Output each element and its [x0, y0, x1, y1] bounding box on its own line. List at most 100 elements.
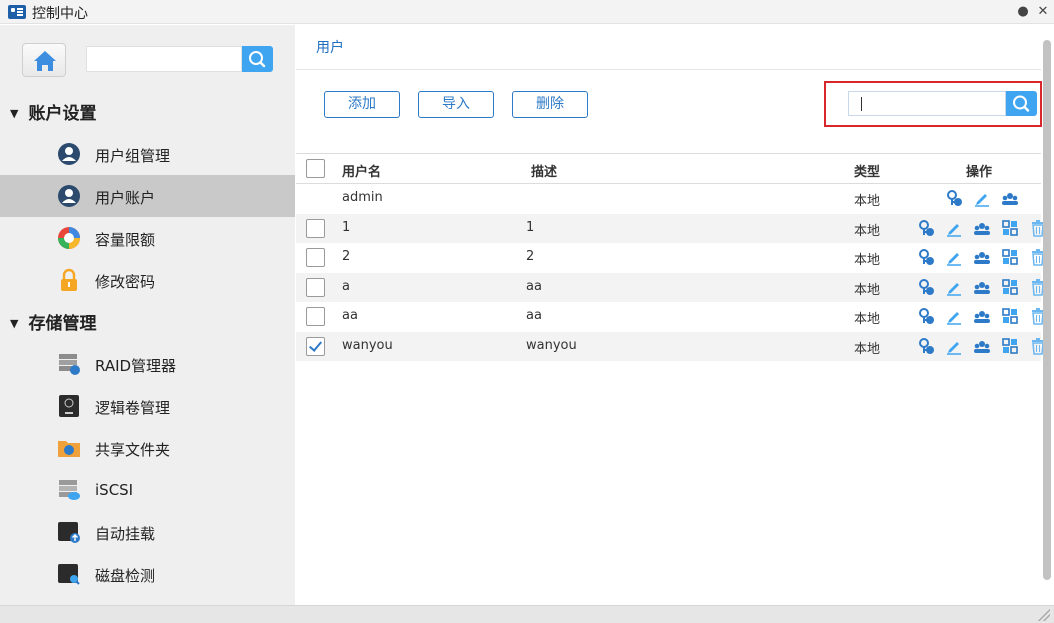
cell-description: aa [526, 278, 542, 294]
sidebar-item-user-accounts[interactable]: 用户账户 [0, 175, 295, 217]
group-icon[interactable] [1001, 189, 1019, 207]
apps-icon[interactable] [1001, 248, 1019, 266]
sidebar-item-label: 自动挂载 [95, 525, 156, 543]
status-bar [0, 605, 1054, 623]
table-row[interactable]: 2 2 本地 [296, 243, 1044, 272]
cell-type: 本地 [854, 312, 881, 327]
section-storage-management[interactable]: ▼ 存储管理 [10, 309, 96, 334]
sidebar-item-change-password[interactable]: 修改密码 [0, 259, 295, 301]
minimize-button[interactable]: ● [1014, 3, 1032, 21]
row-checkbox[interactable] [306, 307, 325, 326]
close-button[interactable]: ✕ [1034, 3, 1052, 21]
table-row[interactable]: 1 1 本地 [296, 213, 1044, 243]
import-button[interactable]: 导入 [418, 91, 494, 118]
lock-icon [61, 268, 77, 291]
sidebar-item-raid[interactable]: RAID管理器 [0, 343, 295, 385]
sidebar-item-label: 用户组管理 [95, 147, 171, 165]
group-icon[interactable] [973, 219, 991, 237]
edit-icon[interactable] [945, 307, 963, 325]
sidebar-item-label: 容量限额 [95, 231, 156, 249]
control-center-app-icon [8, 5, 26, 19]
apps-icon[interactable] [1001, 219, 1019, 237]
user-group-icon [58, 143, 80, 165]
cell-description: 2 [526, 249, 535, 264]
raid-icon [59, 354, 80, 375]
row-checkbox[interactable] [306, 336, 325, 356]
resize-grip-icon[interactable] [1038, 609, 1050, 621]
section-account-settings[interactable]: ▼ 账户设置 [10, 99, 96, 124]
edit-icon[interactable] [945, 278, 963, 296]
sidebar-item-auto-mount[interactable]: 自动挂载 [0, 511, 295, 553]
group-icon[interactable] [973, 278, 991, 296]
user-search-button[interactable] [1006, 91, 1037, 116]
search-icon [249, 51, 266, 68]
apps-icon[interactable] [1001, 337, 1019, 355]
search-icon [1013, 95, 1030, 112]
window-title: 控制中心 [32, 6, 88, 22]
group-icon[interactable] [973, 337, 991, 355]
table-header: 用户名 描述 类型 操作 [296, 153, 1041, 184]
sidebar-item-label: 修改密码 [95, 273, 156, 291]
cell-description: aa [526, 308, 542, 323]
user-permission-icon[interactable] [945, 189, 963, 207]
sidebar: ▼ 账户设置 用户组管理 用户账户 容量限额 修改密码 ▼ 存储管理 RAID管… [0, 25, 295, 605]
edit-icon[interactable] [973, 189, 991, 207]
apps-icon[interactable] [1001, 307, 1019, 325]
user-permission-icon[interactable] [917, 219, 935, 237]
table-row[interactable]: wanyou wanyou 本地 [296, 331, 1044, 361]
apps-icon[interactable] [1001, 278, 1019, 296]
row-checkbox[interactable] [306, 218, 325, 238]
expand-arrow-icon: ▼ [10, 317, 19, 330]
cell-username: 2 [342, 249, 351, 264]
edit-icon[interactable] [945, 248, 963, 266]
user-search-input[interactable] [848, 91, 1006, 116]
cell-type: 本地 [854, 341, 881, 357]
breadcrumb[interactable]: 用户 [316, 37, 344, 57]
cell-username: aa [342, 308, 358, 323]
table-row[interactable]: aa aa 本地 [296, 302, 1044, 331]
sidebar-item-label: 用户账户 [95, 189, 156, 207]
sidebar-item-quota[interactable]: 容量限额 [0, 217, 295, 259]
group-icon[interactable] [973, 307, 991, 325]
shared-folder-icon [58, 441, 80, 457]
sidebar-item-iscsi[interactable]: iSCSI [0, 469, 295, 511]
row-checkbox[interactable] [306, 248, 325, 267]
column-header-type[interactable]: 类型 [854, 161, 880, 180]
row-checkbox[interactable] [306, 277, 325, 297]
home-icon [34, 51, 56, 71]
cell-type: 本地 [854, 223, 881, 239]
sidebar-item-label: RAID管理器 [95, 357, 177, 375]
sidebar-item-disk-check[interactable]: 磁盘检测 [0, 553, 295, 595]
sidebar-item-label: 共享文件夹 [95, 441, 171, 459]
cell-username: 1 [342, 219, 351, 235]
cell-username: admin [342, 190, 383, 205]
sidebar-item-user-groups[interactable]: 用户组管理 [0, 133, 295, 175]
expand-arrow-icon: ▼ [10, 107, 19, 120]
user-permission-icon[interactable] [917, 307, 935, 325]
column-header-username[interactable]: 用户名 [342, 161, 381, 180]
table-row[interactable]: a aa 本地 [296, 272, 1044, 302]
sidebar-search-button[interactable] [242, 46, 273, 72]
user-permission-icon[interactable] [917, 248, 935, 266]
delete-button[interactable]: 删除 [512, 91, 588, 118]
sidebar-item-label: 逻辑卷管理 [95, 399, 171, 417]
select-all-checkbox[interactable] [306, 159, 325, 178]
column-header-description[interactable]: 描述 [531, 161, 557, 180]
sidebar-item-label: 磁盘检测 [95, 567, 156, 585]
user-permission-icon[interactable] [917, 337, 935, 355]
table-row[interactable]: admin 本地 [296, 184, 1041, 213]
sidebar-search-input[interactable] [86, 46, 242, 72]
cell-username: a [342, 278, 350, 294]
vertical-scrollbar[interactable] [1043, 40, 1051, 580]
sidebar-item-shared-folder[interactable]: 共享文件夹 [0, 427, 295, 469]
edit-icon[interactable] [945, 337, 963, 355]
column-header-actions: 操作 [966, 165, 993, 180]
home-button[interactable] [22, 43, 66, 77]
group-icon[interactable] [973, 248, 991, 266]
quota-icon [58, 227, 80, 249]
sidebar-item-logical-volume[interactable]: 逻辑卷管理 [0, 385, 295, 427]
cell-description: 1 [526, 219, 535, 235]
edit-icon[interactable] [945, 219, 963, 237]
add-button[interactable]: 添加 [324, 91, 400, 118]
user-permission-icon[interactable] [917, 278, 935, 296]
